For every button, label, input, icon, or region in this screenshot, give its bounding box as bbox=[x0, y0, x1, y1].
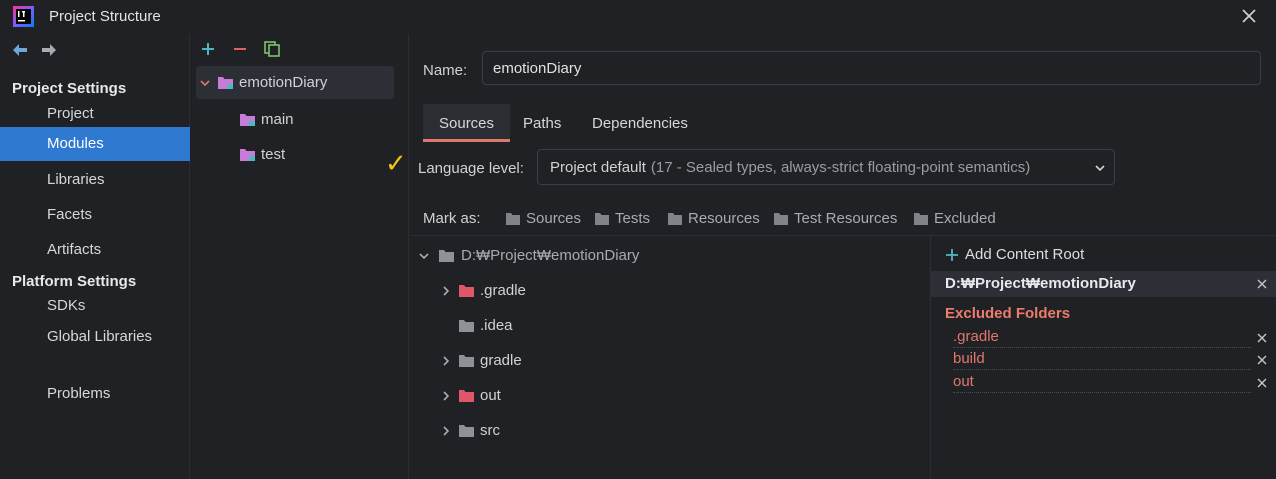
close-icon[interactable] bbox=[1238, 5, 1260, 27]
folder-icon bbox=[774, 212, 788, 225]
language-level-select[interactable]: Project default (17 - Sealed types, alwa… bbox=[537, 149, 1115, 185]
chevron-right-icon[interactable] bbox=[440, 355, 452, 367]
content-tree: D:₩Project₩emotionDiary .gradle .idea gr… bbox=[410, 235, 930, 479]
intellij-logo-icon bbox=[13, 6, 34, 27]
chevron-right-icon[interactable] bbox=[440, 285, 452, 297]
minus-icon[interactable] bbox=[231, 40, 249, 58]
mark-as-label: Mark as: bbox=[423, 210, 481, 227]
content-root-path: D:₩Project₩emotionDiary bbox=[945, 275, 1136, 292]
plus-icon[interactable] bbox=[199, 40, 217, 58]
folder-icon bbox=[459, 424, 474, 437]
tab-sources[interactable]: Sources bbox=[423, 104, 511, 142]
tab-dependencies[interactable]: Dependencies bbox=[576, 104, 704, 142]
sidebar-item-artifacts[interactable]: Artifacts bbox=[0, 233, 190, 267]
mark-sources-button[interactable]: Sources bbox=[505, 210, 581, 227]
module-settings-panel: Name: Sources Paths Dependencies ✓ Langu… bbox=[385, 34, 1276, 479]
excluded-folders-title: Excluded Folders bbox=[945, 305, 1071, 322]
chevron-right-icon[interactable] bbox=[440, 390, 452, 402]
module-folder-icon bbox=[239, 112, 256, 127]
copy-icon[interactable] bbox=[263, 40, 281, 58]
remove-excluded-icon[interactable] bbox=[1257, 378, 1267, 388]
project-settings-header: Project Settings bbox=[12, 80, 127, 97]
excluded-folder-item: .gradle bbox=[953, 328, 1251, 348]
tree-label: src bbox=[480, 422, 500, 439]
sidebar-item-modules[interactable]: Modules bbox=[0, 127, 190, 161]
mark-excluded-label: Excluded bbox=[934, 210, 996, 227]
mark-test-resources-button[interactable]: Test Resources bbox=[773, 210, 897, 227]
tree-row-out[interactable]: out bbox=[440, 378, 501, 413]
module-label: emotionDiary bbox=[239, 74, 328, 91]
arrow-left-icon[interactable] bbox=[11, 42, 29, 58]
folder-icon bbox=[506, 212, 520, 225]
folder-icon bbox=[914, 212, 928, 225]
chevron-down-icon[interactable] bbox=[199, 77, 211, 89]
tree-row-src[interactable]: src bbox=[440, 413, 500, 448]
remove-excluded-icon[interactable] bbox=[1257, 333, 1267, 343]
platform-settings-header: Platform Settings bbox=[12, 273, 137, 290]
sidebar-item-sdks[interactable]: SDKs bbox=[0, 289, 190, 323]
language-level-value: Project default bbox=[550, 158, 646, 176]
mark-sources-label: Sources bbox=[526, 210, 582, 227]
content-root-panel: Add Content Root D:₩Project₩emotionDiary… bbox=[930, 235, 1276, 479]
mark-test-resources-label: Test Resources bbox=[794, 210, 898, 227]
tab-paths[interactable]: Paths bbox=[507, 104, 577, 142]
module-folder-icon bbox=[217, 75, 234, 90]
module-tree-panel: emotionDiary main test bbox=[191, 34, 409, 479]
plus-icon bbox=[946, 248, 958, 261]
content-root-row[interactable]: D:₩Project₩emotionDiary bbox=[931, 271, 1276, 297]
tree-label: gradle bbox=[480, 352, 522, 369]
excluded-folder-icon bbox=[459, 389, 474, 402]
folder-icon bbox=[668, 212, 682, 225]
mark-tests-label: Tests bbox=[615, 210, 651, 227]
checkmark-icon: ✓ bbox=[385, 148, 407, 178]
mark-tests-button[interactable]: Tests bbox=[594, 210, 650, 227]
module-name-input[interactable] bbox=[482, 51, 1261, 85]
language-level-detail: (17 - Sealed types, always-strict floati… bbox=[650, 158, 1031, 176]
sidebar-item-facets[interactable]: Facets bbox=[0, 198, 190, 232]
chevron-down-icon bbox=[1094, 162, 1106, 174]
settings-sidebar: Project Settings Project Modules Librari… bbox=[0, 34, 190, 479]
excluded-folder-item: out bbox=[953, 373, 1251, 393]
module-item-main[interactable]: main bbox=[239, 103, 294, 136]
tree-row-root[interactable]: D:₩Project₩emotionDiary bbox=[418, 238, 639, 273]
language-level-label: Language level: bbox=[418, 160, 524, 177]
tree-row-idea[interactable]: .idea bbox=[458, 308, 513, 343]
tree-row-gradle-hidden[interactable]: .gradle bbox=[440, 273, 526, 308]
tree-label: .gradle bbox=[480, 282, 526, 299]
module-item-root[interactable]: emotionDiary bbox=[196, 66, 394, 99]
excluded-folder-icon bbox=[459, 284, 474, 297]
module-folder-icon bbox=[239, 147, 256, 162]
folder-icon bbox=[439, 249, 454, 262]
folder-icon bbox=[595, 212, 609, 225]
sidebar-item-global-libraries[interactable]: Global Libraries bbox=[0, 320, 190, 354]
tree-label: out bbox=[480, 387, 501, 404]
folder-icon bbox=[459, 354, 474, 367]
chevron-down-icon[interactable] bbox=[418, 250, 430, 262]
tree-label: .idea bbox=[480, 317, 513, 334]
tree-label: D:₩Project₩emotionDiary bbox=[461, 247, 640, 264]
mark-resources-label: Resources bbox=[688, 210, 760, 227]
module-label: main bbox=[261, 111, 294, 128]
tree-row-gradle[interactable]: gradle bbox=[440, 343, 522, 378]
window-title: Project Structure bbox=[49, 8, 161, 25]
module-item-test[interactable]: test bbox=[239, 138, 285, 171]
sidebar-item-problems[interactable]: Problems bbox=[0, 377, 190, 411]
mark-resources-button[interactable]: Resources bbox=[667, 210, 760, 227]
folder-icon bbox=[459, 319, 474, 332]
sidebar-item-project[interactable]: Project bbox=[0, 97, 190, 131]
name-label: Name: bbox=[423, 62, 468, 79]
remove-excluded-icon[interactable] bbox=[1257, 355, 1267, 365]
add-content-root-button[interactable]: Add Content Root bbox=[945, 246, 1084, 263]
mark-excluded-button[interactable]: Excluded bbox=[913, 210, 996, 227]
module-label: test bbox=[261, 146, 286, 163]
sidebar-item-libraries[interactable]: Libraries bbox=[0, 163, 190, 197]
excluded-folder-item: build bbox=[953, 350, 1251, 370]
arrow-right-icon[interactable] bbox=[40, 42, 58, 58]
add-content-root-label: Add Content Root bbox=[965, 246, 1085, 263]
title-bar: Project Structure bbox=[0, 0, 1276, 34]
remove-content-root-icon[interactable] bbox=[1257, 279, 1267, 289]
chevron-right-icon[interactable] bbox=[440, 425, 452, 437]
